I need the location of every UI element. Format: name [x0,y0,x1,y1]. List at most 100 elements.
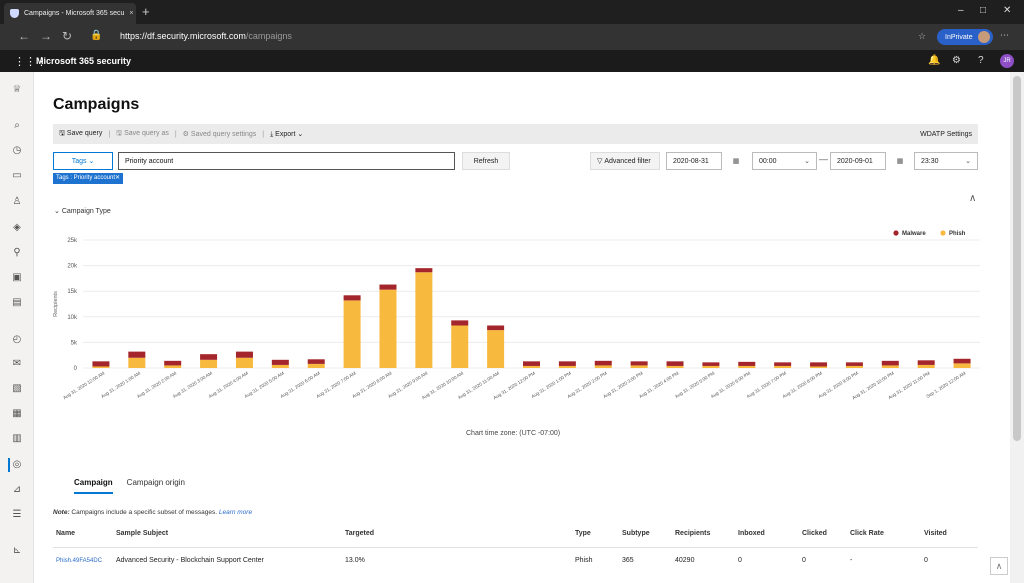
bar-phish [810,366,828,368]
flow-icon[interactable]: ⚲ [11,247,23,259]
maximize-button[interactable]: □ [980,5,986,16]
legend-phish-label: Phish [949,231,966,237]
bar-malware [702,362,720,366]
chevron-down-icon: ⌄ [965,158,971,165]
clock-icon[interactable]: ◷ [11,145,23,157]
bar-phish [953,363,971,368]
col-header-click-rate[interactable]: Click Rate [850,530,884,537]
bar-malware [774,362,792,366]
search-input[interactable]: Priority account [118,152,455,170]
y-tick-label: 20k [67,264,78,270]
col-header-subtype[interactable]: Subtype [622,530,650,537]
trophy-icon[interactable]: ♕ [11,84,23,96]
col-header-targeted[interactable]: Targeted [345,530,374,537]
campaign-name-link[interactable]: Phish.49FA54DC [56,558,102,564]
col-header-recipients[interactable]: Recipients [675,530,710,537]
close-tab-icon[interactable]: × [129,10,133,17]
inprivate-badge[interactable]: InPrivate [937,29,993,45]
tab-campaign[interactable]: Campaign [74,478,113,494]
chat-icon[interactable]: ▤ [11,297,23,309]
col-header-type[interactable]: Type [575,530,591,537]
bar-malware [953,358,971,364]
user-icon[interactable]: ♙ [11,196,23,208]
browser-tab[interactable]: Campaigns - Microsoft 365 secu × [4,3,136,24]
table-cell-visited: 0 [924,557,928,564]
laptop-icon[interactable]: ▭ [11,170,23,182]
history-icon[interactable]: ◴ [11,334,23,346]
wdatp-settings-link[interactable]: WDATP Settings [920,131,972,138]
col-header-name[interactable]: Name [56,530,75,537]
gear-icon[interactable]: ⚙ [952,55,961,66]
export-button[interactable]: ⤓ Export ⌄ [270,130,303,139]
bar-malware [235,351,253,358]
forward-arrow-icon[interactable]: → [40,29,52,43]
back-arrow-icon[interactable]: ← [18,29,30,43]
col-header-clicked[interactable]: Clicked [802,530,827,537]
close-window-button[interactable]: ✕ [1003,5,1011,16]
calendar-icon[interactable]: ▦ [727,152,745,170]
report-icon[interactable]: ▥ [11,433,23,445]
calendar-icon[interactable]: ▦ [891,152,909,170]
url-field[interactable]: https://df.security.microsoft.com/campai… [120,31,292,41]
bar-malware [164,360,182,366]
new-tab-button[interactable]: + [142,4,150,19]
scroll-to-top-button[interactable]: ∧ [990,557,1008,575]
help-icon[interactable]: ? [978,55,984,66]
scrollbar-thumb[interactable] [1013,76,1021,441]
bar-malware [128,351,146,358]
lock-icon: 🔒 [90,30,103,41]
col-header-inboxed[interactable]: Inboxed [738,530,765,537]
favorite-star-icon[interactable]: ☆ [918,31,926,42]
user-avatar[interactable]: JR [1000,54,1014,68]
advanced-filter-button[interactable]: ▽ Advanced filter [590,152,660,170]
device-icon[interactable]: ▣ [11,272,23,284]
bar-phish [379,289,397,368]
bar-malware [738,361,756,366]
policy-icon[interactable]: ▦ [11,408,23,420]
table-cell-clicked: 0 [802,557,806,564]
notification-bell-icon[interactable]: 🔔 [928,55,940,66]
settings-sliders-icon[interactable]: ☰ [11,509,23,521]
bar-phish [307,363,325,368]
end-date-input[interactable]: 2020-09-01 [830,152,886,170]
more-menu-icon[interactable]: ⋯ [1000,30,1009,41]
tab-campaign-origin[interactable]: Campaign origin [127,478,185,494]
bar-phish [702,365,720,368]
shield-nav-icon[interactable]: ◈ [11,222,23,234]
mail-icon[interactable]: ✉ [11,358,23,370]
close-icon[interactable]: ✕ [115,175,120,181]
analytics-icon[interactable]: ⊾ [11,545,23,557]
save-query-as-button[interactable]: 🖫 Save query as [116,129,169,140]
collapse-chart-icon[interactable]: ∧ [969,193,976,204]
end-time-select[interactable]: 23:30 ⌄ [914,152,978,170]
learn-more-link[interactable]: Learn more [219,509,252,516]
table-cell-type: Phish [575,557,593,564]
tab-title: Campaigns - Microsoft 365 secu [24,10,125,17]
bar-phish [200,359,218,368]
start-time-select[interactable]: 00:00 ⌄ [752,152,817,170]
campaign-note: Note: Campaigns include a specific subse… [53,509,253,516]
start-date-input[interactable]: 2020-08-31 [666,152,722,170]
app-header [0,50,1024,72]
chart-icon[interactable]: ⊿ [11,484,23,496]
tags-dropdown[interactable]: Tags ⌄ [53,152,113,170]
minimize-button[interactable]: – [958,5,964,16]
col-header-sample-subject[interactable]: Sample Subject [116,530,168,537]
search-icon[interactable]: ⌕ [11,120,23,132]
message-icon[interactable]: ▧ [11,383,23,395]
bar-malware [881,360,899,366]
col-header-visited[interactable]: Visited [924,530,947,537]
target-icon[interactable]: ◎ [11,459,23,471]
campaign-type-toggle[interactable]: ⌄ Campaign Type [54,207,111,215]
bar-phish [451,325,469,368]
bar-phish [845,365,863,368]
refresh-icon[interactable]: ↻ [62,29,72,43]
filter-chip[interactable]: Tags : Priority account✕ [53,173,124,184]
app-name[interactable]: Microsoft 365 security [36,56,131,66]
url-path: /campaigns [245,31,292,41]
refresh-button[interactable]: Refresh [462,152,510,170]
bar-phish [881,365,899,368]
saved-query-settings-button[interactable]: ⚙ Saved query settings [183,130,257,138]
y-tick-label: 5k [71,340,78,346]
save-query-button[interactable]: 🖫 Save query [59,129,102,140]
